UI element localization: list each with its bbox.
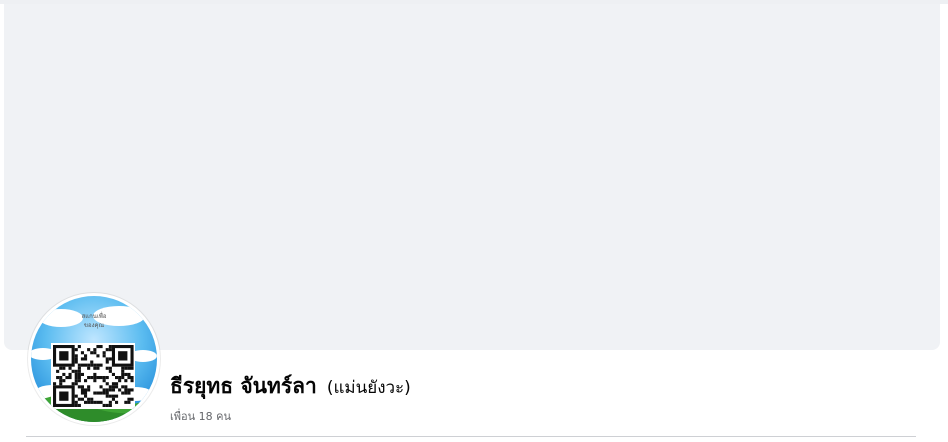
avatar-caption-2: ของคุณ bbox=[84, 322, 105, 329]
friends-count-link[interactable]: เพื่อน 18 คน bbox=[170, 407, 411, 425]
cover-photo[interactable] bbox=[4, 4, 940, 350]
profile-name[interactable]: ธีรยุทธ จันทร์ลา bbox=[170, 370, 317, 403]
profile-header-info: ธีรยุทธ จันทร์ลา (แม่นยังวะ) เพื่อน 18 ค… bbox=[170, 370, 411, 425]
divider bbox=[26, 436, 916, 437]
avatar-caption-1: สแกนเพื่อ bbox=[82, 312, 107, 320]
profile-picture[interactable]: สแกนเพื่อ ของคุณ bbox=[28, 293, 160, 425]
avatar[interactable]: สแกนเพื่อ ของคุณ bbox=[31, 296, 157, 422]
qr-code-icon bbox=[51, 343, 135, 409]
profile-page: สแกนเพื่อ ของคุณ ธีรยุทธ จันทร์ลา (แม่นย… bbox=[0, 0, 948, 442]
alternate-name: (แม่นยังวะ) bbox=[326, 378, 411, 398]
avatar-image: สแกนเพื่อ ของคุณ bbox=[31, 296, 157, 422]
